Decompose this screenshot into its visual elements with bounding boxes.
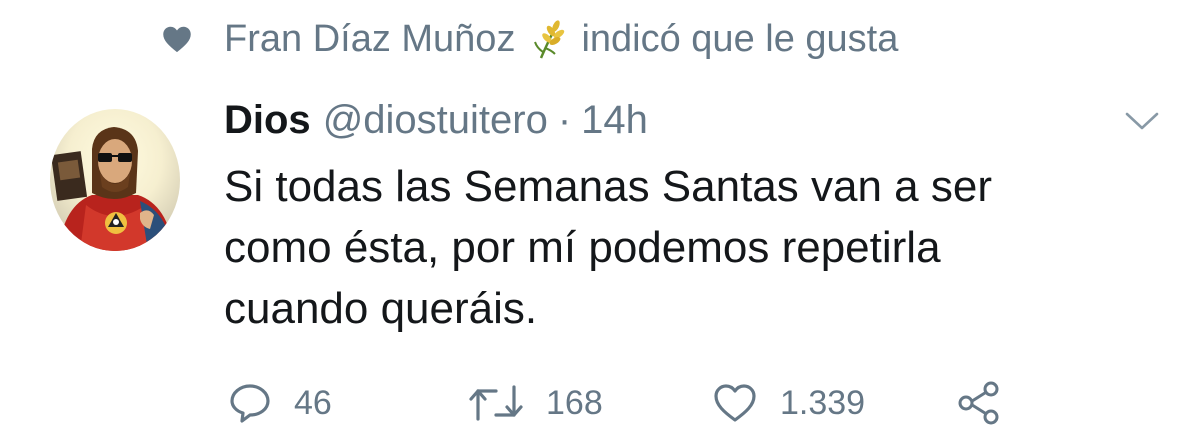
share-icon <box>958 381 999 425</box>
liked-action-text: indicó que le gusta <box>581 17 899 60</box>
reply-count: 46 <box>294 383 332 422</box>
social-context: Fran Díaz Muñoz indicó que le gusta <box>160 14 898 64</box>
retweet-button[interactable]: 168 <box>468 378 603 428</box>
tweet-text-line: como ésta, por mí podemos repetirla <box>224 223 941 272</box>
like-count: 1.339 <box>780 383 866 422</box>
retweet-count: 168 <box>546 383 603 422</box>
tweet-text: Si todas las Semanas Santas van a ser co… <box>224 156 1124 339</box>
avatar[interactable] <box>50 109 180 251</box>
reply-icon <box>230 384 270 423</box>
chevron-down-icon[interactable] <box>1120 106 1164 136</box>
heart-icon <box>160 22 194 56</box>
tweet-header: Dios @diostuitero · 14h <box>224 92 648 148</box>
author-handle[interactable]: @diostuitero <box>323 98 548 143</box>
separator-dot: · <box>557 97 572 142</box>
reply-button[interactable]: 46 <box>228 378 332 428</box>
tweet-text-line: cuando queráis. <box>224 284 538 333</box>
share-button[interactable] <box>956 378 1002 428</box>
tweet-timestamp[interactable]: 14h <box>581 98 648 143</box>
tweet-actions: 46 168 1.339 <box>228 378 1008 428</box>
like-button[interactable]: 1.339 <box>712 378 865 428</box>
heart-outline-icon <box>714 384 756 422</box>
retweet-icon <box>469 385 523 421</box>
liker-name[interactable]: Fran Díaz Muñoz <box>224 18 515 61</box>
tweet-text-line: Si todas las Semanas Santas van a ser <box>224 162 992 211</box>
author-name[interactable]: Dios <box>224 98 311 143</box>
wheat-emoji-icon <box>529 17 569 61</box>
